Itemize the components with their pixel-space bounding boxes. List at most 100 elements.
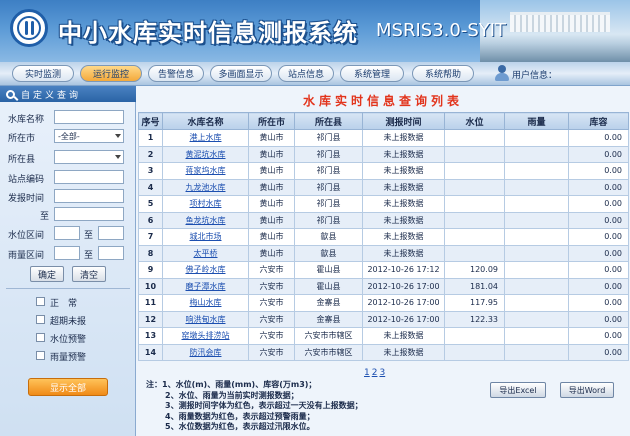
col-header-name[interactable]: 水库名称 (162, 112, 249, 130)
row-county: 霍山县 (294, 261, 363, 279)
row-water-level (444, 327, 505, 345)
report-time-end-input[interactable] (54, 207, 124, 221)
row-reservoir-name-link[interactable]: 防汛会库 (190, 348, 222, 357)
rainfall-range-label: 雨量区间 (8, 251, 45, 261)
row-storage: 0.00 (568, 162, 629, 180)
row-report-time: 2012-10-26 17:00 (362, 294, 445, 312)
table-row: 10 磨子潭水库 六安市 霍山县 2012-10-26 17:00 181.04 0.00 (138, 277, 629, 295)
row-reservoir-name-cell: 太平桥 (162, 244, 249, 262)
app-header: 中小水库实时信息测报系统 MSRIS3.0-SYIT (0, 0, 630, 62)
row-water-level (444, 195, 505, 213)
station-code-label: 站点编码 (8, 175, 45, 185)
rainfall-min-input[interactable] (54, 246, 80, 260)
table-row: 14 防汛会库 六安市 六安市市辖区 未上报数据 0.00 (138, 343, 629, 361)
row-reservoir-name-link[interactable]: 城北市场 (190, 232, 222, 241)
nav-system-admin[interactable]: 系统管理 (340, 65, 404, 82)
custom-query-title: 自定义查询 (21, 90, 82, 101)
row-report-time: 未上报数据 (362, 178, 445, 196)
show-all-button[interactable]: 显示全部 (28, 378, 108, 396)
system-title: 中小水库实时信息测报系统 (58, 19, 358, 47)
rainfall-alert-checkbox[interactable] (36, 351, 45, 360)
row-reservoir-name-link[interactable]: 太平桥 (194, 249, 218, 258)
water-level-max-input[interactable] (98, 226, 124, 240)
nav-station-info[interactable]: 站点信息 (278, 65, 334, 82)
row-reservoir-name-link[interactable]: 港上水库 (190, 133, 222, 142)
row-reservoir-name-link[interactable]: 九龙池水库 (186, 183, 226, 192)
county-select[interactable] (54, 150, 124, 164)
col-header-city[interactable]: 所在市 (248, 112, 295, 130)
table-row: 9 佛子岭水库 六安市 霍山县 2012-10-26 17:12 120.09 0.00 (138, 261, 629, 279)
chevron-down-icon (115, 155, 121, 159)
status-normal-checkbox[interactable] (36, 297, 45, 306)
row-report-time: 未上报数据 (362, 327, 445, 345)
table-row: 3 蒋家坞水库 黄山市 祁门县 未上报数据 0.00 (138, 162, 629, 180)
rainfall-alert-label: 雨量预警 (50, 353, 87, 363)
col-header-county[interactable]: 所在县 (294, 112, 363, 130)
table-row: 8 太平桥 黄山市 歙县 未上报数据 0.00 (138, 244, 629, 262)
page-link-2[interactable]: 2 (372, 368, 378, 378)
nav-operation-monitor[interactable]: 运行监控 (80, 65, 142, 82)
system-logo-icon (10, 9, 48, 47)
chevron-down-icon (115, 134, 121, 138)
col-header-rain[interactable]: 雨量 (504, 112, 569, 130)
report-time-start-input[interactable] (54, 189, 124, 203)
report-time-to-label: 至 (40, 212, 50, 222)
page-title: 水库实时信息查询列表 (302, 94, 463, 108)
nav-alarm-info[interactable]: 告警信息 (148, 65, 204, 82)
reservoir-name-input[interactable] (54, 110, 124, 124)
row-storage: 0.00 (568, 294, 629, 312)
row-reservoir-name-link[interactable]: 鱼龙坑水库 (186, 216, 226, 225)
col-header-index[interactable]: 序号 (138, 112, 163, 130)
water-level-alert-checkbox[interactable] (36, 333, 45, 342)
nav-multi-screen[interactable]: 多画面显示 (210, 65, 272, 82)
row-storage: 0.00 (568, 178, 629, 196)
row-rainfall (504, 195, 569, 213)
rainfall-max-input[interactable] (98, 246, 124, 260)
row-rainfall (504, 261, 569, 279)
status-overdue-label: 超期未报 (50, 317, 87, 327)
row-water-level: 117.95 (444, 294, 505, 312)
station-code-input[interactable] (54, 170, 124, 184)
row-index: 2 (138, 145, 163, 163)
clear-button[interactable]: 清空 (72, 266, 106, 282)
row-city: 六安市 (248, 310, 295, 328)
row-reservoir-name-cell: 九龙池水库 (162, 178, 249, 196)
row-reservoir-name-link[interactable]: 佛子岭水库 (186, 265, 226, 274)
row-reservoir-name-cell: 蒋家坞水库 (162, 162, 249, 180)
page-link-3[interactable]: 3 (379, 368, 385, 378)
row-reservoir-name-link[interactable]: 磨子潭水库 (186, 282, 226, 291)
export-excel-button[interactable]: 导出Excel (490, 382, 546, 398)
row-reservoir-name-link[interactable]: 响洪甸水库 (186, 315, 226, 324)
row-reservoir-name-cell: 城北市场 (162, 228, 249, 246)
row-reservoir-name-link[interactable]: 蒋家坞水库 (186, 166, 226, 175)
table-row: 1 港上水库 黄山市 祁门县 未上报数据 0.00 (138, 129, 629, 147)
note-line: 注：1、水位(m)、雨量(mm)、库容(万m3)； (146, 380, 317, 389)
row-reservoir-name-link[interactable]: 窑墩头排涝站 (182, 331, 230, 340)
row-reservoir-name-link[interactable]: 梅山水库 (190, 298, 222, 307)
page-link-1[interactable]: 1 (364, 368, 370, 378)
row-rainfall (504, 228, 569, 246)
table-row: 2 黄泥坑水库 黄山市 祁门县 未上报数据 0.00 (138, 145, 629, 163)
row-index: 13 (138, 327, 163, 345)
water-level-min-input[interactable] (54, 226, 80, 240)
row-reservoir-name-link[interactable]: 项村水库 (190, 199, 222, 208)
user-info-label: 用户信息： (512, 71, 558, 81)
col-header-time[interactable]: 测报时间 (362, 112, 445, 130)
export-word-button[interactable]: 导出Word (560, 382, 614, 398)
city-select[interactable]: -全部- (54, 129, 124, 143)
row-city: 六安市 (248, 294, 295, 312)
row-county: 祁门县 (294, 178, 363, 196)
status-overdue-checkbox[interactable] (36, 315, 45, 324)
row-reservoir-name-link[interactable]: 黄泥坑水库 (186, 150, 226, 159)
row-water-level: 120.09 (444, 261, 505, 279)
search-icon (6, 89, 15, 99)
col-header-storage[interactable]: 库容 (568, 112, 629, 130)
nav-system-help[interactable]: 系统帮助 (412, 65, 474, 82)
col-header-level[interactable]: 水位 (444, 112, 505, 130)
nav-realtime-monitor[interactable]: 实时监测 (12, 65, 74, 82)
row-city: 六安市 (248, 277, 295, 295)
row-rainfall (504, 343, 569, 361)
confirm-button[interactable]: 确定 (30, 266, 64, 282)
table-row: 11 梅山水库 六安市 金寨县 2012-10-26 17:00 117.95 0.00 (138, 294, 629, 312)
row-rainfall (504, 129, 569, 147)
